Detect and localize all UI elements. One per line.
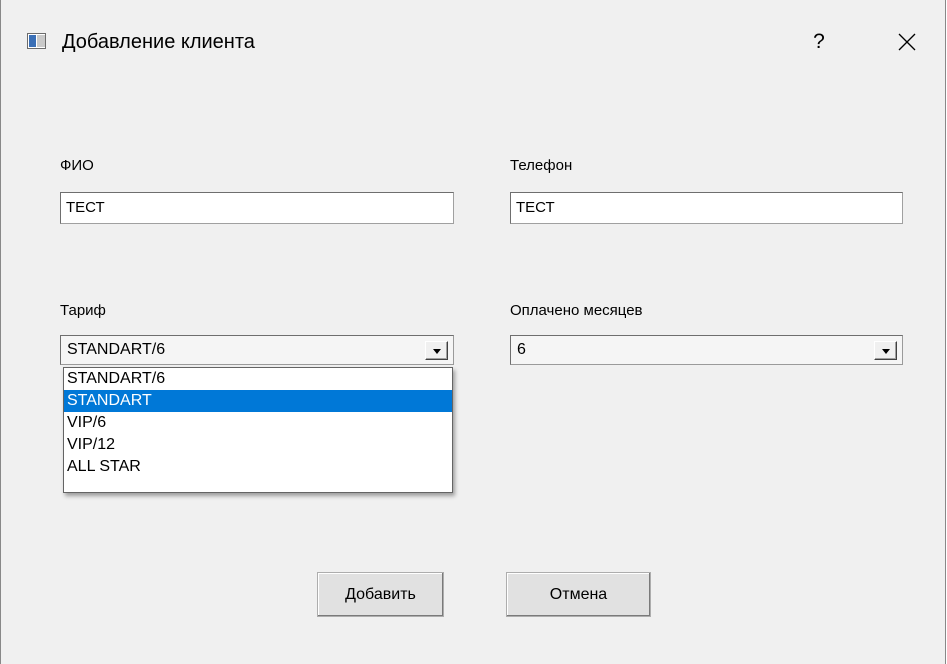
tariff-option[interactable]: STANDART/6	[64, 368, 452, 390]
chevron-down-icon[interactable]	[874, 341, 897, 360]
tariff-selected-value: STANDART/6	[67, 341, 166, 358]
months-paid-combobox[interactable]: 6	[510, 335, 903, 365]
tariff-option[interactable]: VIP/6	[64, 412, 452, 434]
close-button[interactable]	[884, 22, 930, 62]
tariff-option[interactable]: VIP/12	[64, 434, 452, 456]
tariff-combobox[interactable]: STANDART/6	[60, 335, 454, 365]
title-bar: Добавление клиента ?	[1, 0, 945, 70]
months-paid-label: Оплачено месяцев	[510, 302, 643, 319]
app-window-icon	[27, 33, 46, 49]
add-client-dialog: Добавление клиента ? ФИО ТЕСТ Телефон ТЕ…	[0, 0, 946, 664]
chevron-down-icon[interactable]	[425, 341, 448, 360]
tariff-option[interactable]: ALL STAR	[64, 456, 452, 478]
tariff-label: Тариф	[60, 302, 106, 319]
tariff-option-highlighted[interactable]: STANDART	[64, 390, 452, 412]
fio-input[interactable]: ТЕСТ	[60, 192, 454, 224]
help-button[interactable]: ?	[796, 22, 842, 62]
cancel-button[interactable]: Отмена	[506, 572, 651, 617]
phone-input[interactable]: ТЕСТ	[510, 192, 903, 224]
add-button[interactable]: Добавить	[317, 572, 444, 617]
phone-label: Телефон	[510, 157, 573, 174]
tariff-dropdown-list: STANDART/6 STANDART VIP/6 VIP/12 ALL STA…	[63, 367, 453, 493]
window-title: Добавление клиента	[62, 31, 255, 53]
months-paid-selected-value: 6	[517, 341, 526, 358]
fio-label: ФИО	[60, 157, 94, 174]
close-icon	[898, 33, 916, 51]
